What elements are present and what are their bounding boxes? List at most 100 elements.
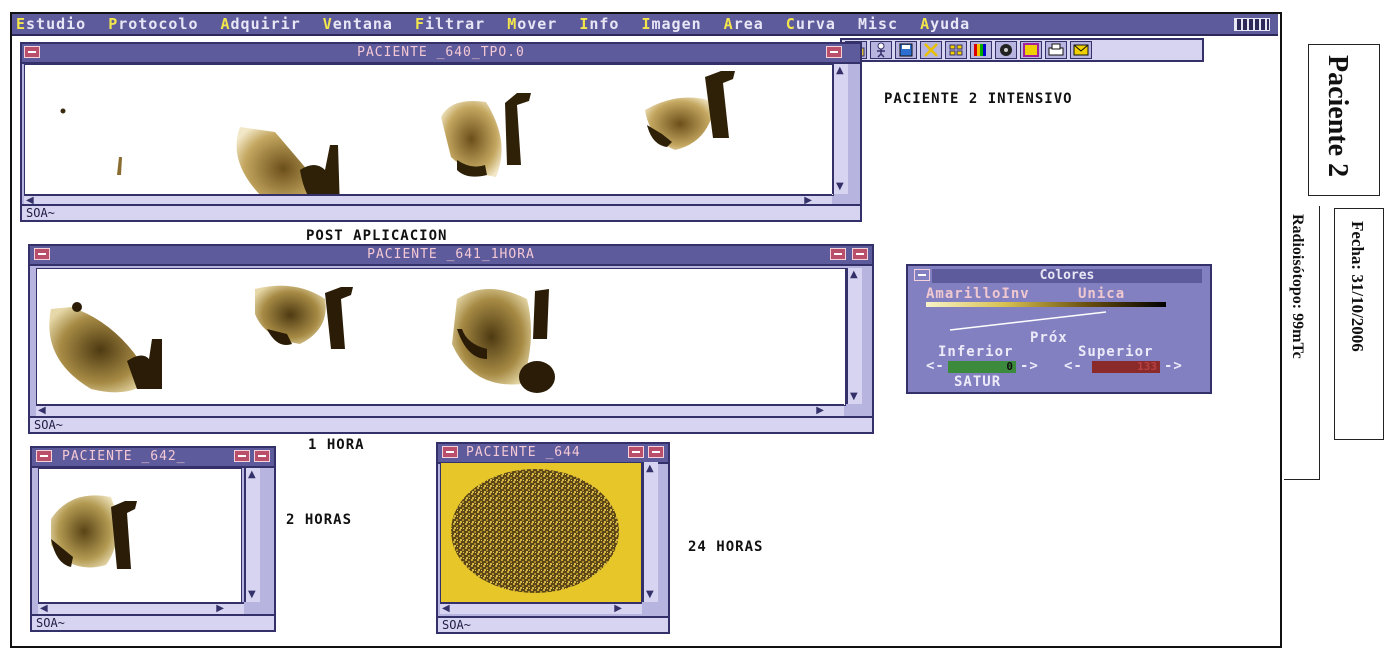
mail-icon[interactable] (1070, 41, 1092, 59)
vertical-scrollbar[interactable]: ▲ ▼ (244, 468, 260, 602)
save-disk-icon[interactable] (895, 41, 917, 59)
maximize-button[interactable] (852, 248, 868, 260)
minimize-button[interactable] (826, 46, 842, 58)
scroll-left-arrow[interactable]: ◀ (442, 604, 450, 614)
menu-estudio[interactable]: Estudio (16, 15, 86, 33)
scroll-left-arrow[interactable]: ◀ (40, 604, 48, 614)
horizontal-scrollbar[interactable]: ◀ ▶ (38, 602, 244, 614)
prox-label[interactable]: Próx (1030, 330, 1068, 346)
palette-name[interactable]: AmarilloInv (926, 286, 1030, 302)
superior-decrease-arrow[interactable]: <- (1064, 358, 1083, 374)
superior-increase-arrow[interactable]: -> (1164, 358, 1183, 374)
horizontal-scrollbar[interactable]: ◀ ▶ (440, 602, 642, 614)
panel-menu-button[interactable] (914, 269, 930, 281)
scroll-down-arrow[interactable]: ▼ (850, 392, 858, 402)
maximize-button[interactable] (648, 446, 664, 458)
scroll-left-arrow[interactable]: ◀ (38, 406, 46, 416)
window-titlebar[interactable]: PACIENTE _641_1HORA (30, 246, 872, 266)
person-icon[interactable] (870, 41, 892, 59)
vertical-scrollbar[interactable]: ▲ ▼ (832, 64, 848, 194)
image-window-644[interactable]: PACIENTE _644 ▲ ▼ ◀ ▶ SOA~ (436, 442, 670, 634)
window-titlebar[interactable]: PACIENTE _640_TPO.0 (22, 44, 860, 64)
colores-panel[interactable]: Colores AmarilloInv Unica Próx Inferior … (906, 264, 1212, 394)
scroll-up-arrow[interactable]: ▲ (248, 470, 256, 480)
color-bars-icon[interactable] (970, 41, 992, 59)
scan-canvas[interactable] (440, 462, 642, 604)
one-hour-label: 1 HORA (308, 437, 365, 453)
vertical-scrollbar[interactable]: ▲ ▼ (642, 462, 658, 602)
scan-image (51, 495, 137, 569)
scan-canvas[interactable] (24, 64, 834, 196)
scan-canvas[interactable] (38, 468, 242, 604)
inferior-decrease-arrow[interactable]: <- (926, 358, 945, 374)
menu-curva[interactable]: Curva (786, 15, 836, 33)
window-status: SOA~ (438, 616, 668, 632)
menu-bar: Estudio Protocolo Adquirir Ventana Filtr… (12, 14, 1278, 36)
window-status: SOA~ (22, 204, 860, 220)
menu-info[interactable]: Info (579, 15, 619, 33)
scroll-up-arrow[interactable]: ▲ (836, 66, 844, 76)
scroll-right-arrow[interactable]: ▶ (216, 604, 224, 614)
vertical-scrollbar[interactable]: ▲ ▼ (846, 268, 862, 404)
palette-mode[interactable]: Unica (1078, 286, 1125, 302)
curve-line (949, 311, 1107, 331)
window-status: SOA~ (32, 614, 274, 630)
inferior-increase-arrow[interactable]: -> (1020, 358, 1039, 374)
window-titlebar[interactable]: PACIENTE _644 (438, 444, 668, 464)
scan-canvas[interactable] (36, 268, 846, 406)
image-window-641[interactable]: PACIENTE _641_1HORA ▲ ▼ ◀ ▶ SOA~ (28, 244, 874, 434)
brain-icon[interactable] (1020, 41, 1042, 59)
header-label: PACIENTE 2 INTENSIVO (884, 91, 1073, 107)
system-menu-icon[interactable] (1234, 18, 1270, 31)
printer-icon[interactable] (1045, 41, 1067, 59)
inferior-value[interactable]: 0 (948, 361, 1016, 373)
scroll-up-arrow[interactable]: ▲ (850, 270, 858, 280)
horizontal-scrollbar[interactable]: ◀ ▶ (36, 404, 844, 416)
patient-card: Paciente 2 (1308, 44, 1380, 196)
menu-mover[interactable]: Mover (507, 15, 557, 33)
grid-icon[interactable] (945, 41, 967, 59)
scroll-right-arrow[interactable]: ▶ (816, 406, 824, 416)
menu-adquirir[interactable]: Adquirir (221, 15, 301, 33)
film-reel-icon[interactable] (995, 41, 1017, 59)
scroll-down-arrow[interactable]: ▼ (646, 590, 654, 600)
twenty-four-hours-label: 24 HORAS (688, 539, 764, 555)
minimize-button[interactable] (628, 446, 644, 458)
inferior-label: Inferior (938, 344, 1014, 360)
menu-misc[interactable]: Misc (858, 15, 898, 33)
image-window-640[interactable]: PACIENTE _640_TPO.0 ▲ ▼ ◀ ▶ SOA~ (20, 42, 862, 222)
window-titlebar[interactable]: PACIENTE _642_ (32, 448, 274, 468)
window-title: PACIENTE _640_TPO.0 (357, 45, 525, 60)
scroll-up-arrow[interactable]: ▲ (646, 464, 654, 474)
fecha-text: Fecha: 31/10/2006 (1348, 221, 1367, 352)
scroll-down-arrow[interactable]: ▼ (248, 590, 256, 600)
window-menu-button[interactable] (36, 450, 52, 462)
menu-filtrar[interactable]: Filtrar (415, 15, 485, 33)
scan-image (451, 469, 619, 593)
menu-ventana[interactable]: Ventana (323, 15, 393, 33)
maximize-button[interactable] (254, 450, 270, 462)
radioisotopo-text: Radioisótopo: 99mTc (1289, 214, 1306, 359)
scan-image (60, 71, 735, 195)
window-menu-button[interactable] (442, 446, 458, 458)
fecha-card: Fecha: 31/10/2006 (1334, 208, 1384, 440)
toolbar (840, 38, 1204, 62)
image-window-642[interactable]: PACIENTE _642_ ▲ ▼ ◀ ▶ SOA~ (30, 446, 276, 632)
colores-title: Colores (932, 269, 1202, 283)
menu-imagen[interactable]: Imagen (641, 15, 701, 33)
menu-ayuda[interactable]: Ayuda (920, 15, 970, 33)
post-aplicacion-label: POST APLICACION (306, 228, 448, 244)
minimize-button[interactable] (830, 248, 846, 260)
patient-name: Paciente 2 (1322, 55, 1353, 178)
menu-area[interactable]: Area (724, 15, 764, 33)
radioisotopo-card: Radioisótopo: 99mTc (1284, 206, 1320, 480)
satur-toggle[interactable]: SATUR (954, 374, 1001, 390)
superior-label: Superior (1078, 344, 1154, 360)
superior-value[interactable]: 133 (1092, 361, 1160, 373)
scroll-right-arrow[interactable]: ▶ (614, 604, 622, 614)
scan-image (49, 285, 555, 393)
menu-protocolo[interactable]: Protocolo (108, 15, 198, 33)
scroll-down-arrow[interactable]: ▼ (836, 182, 844, 192)
close-x-icon[interactable] (920, 41, 942, 59)
minimize-button[interactable] (234, 450, 250, 462)
